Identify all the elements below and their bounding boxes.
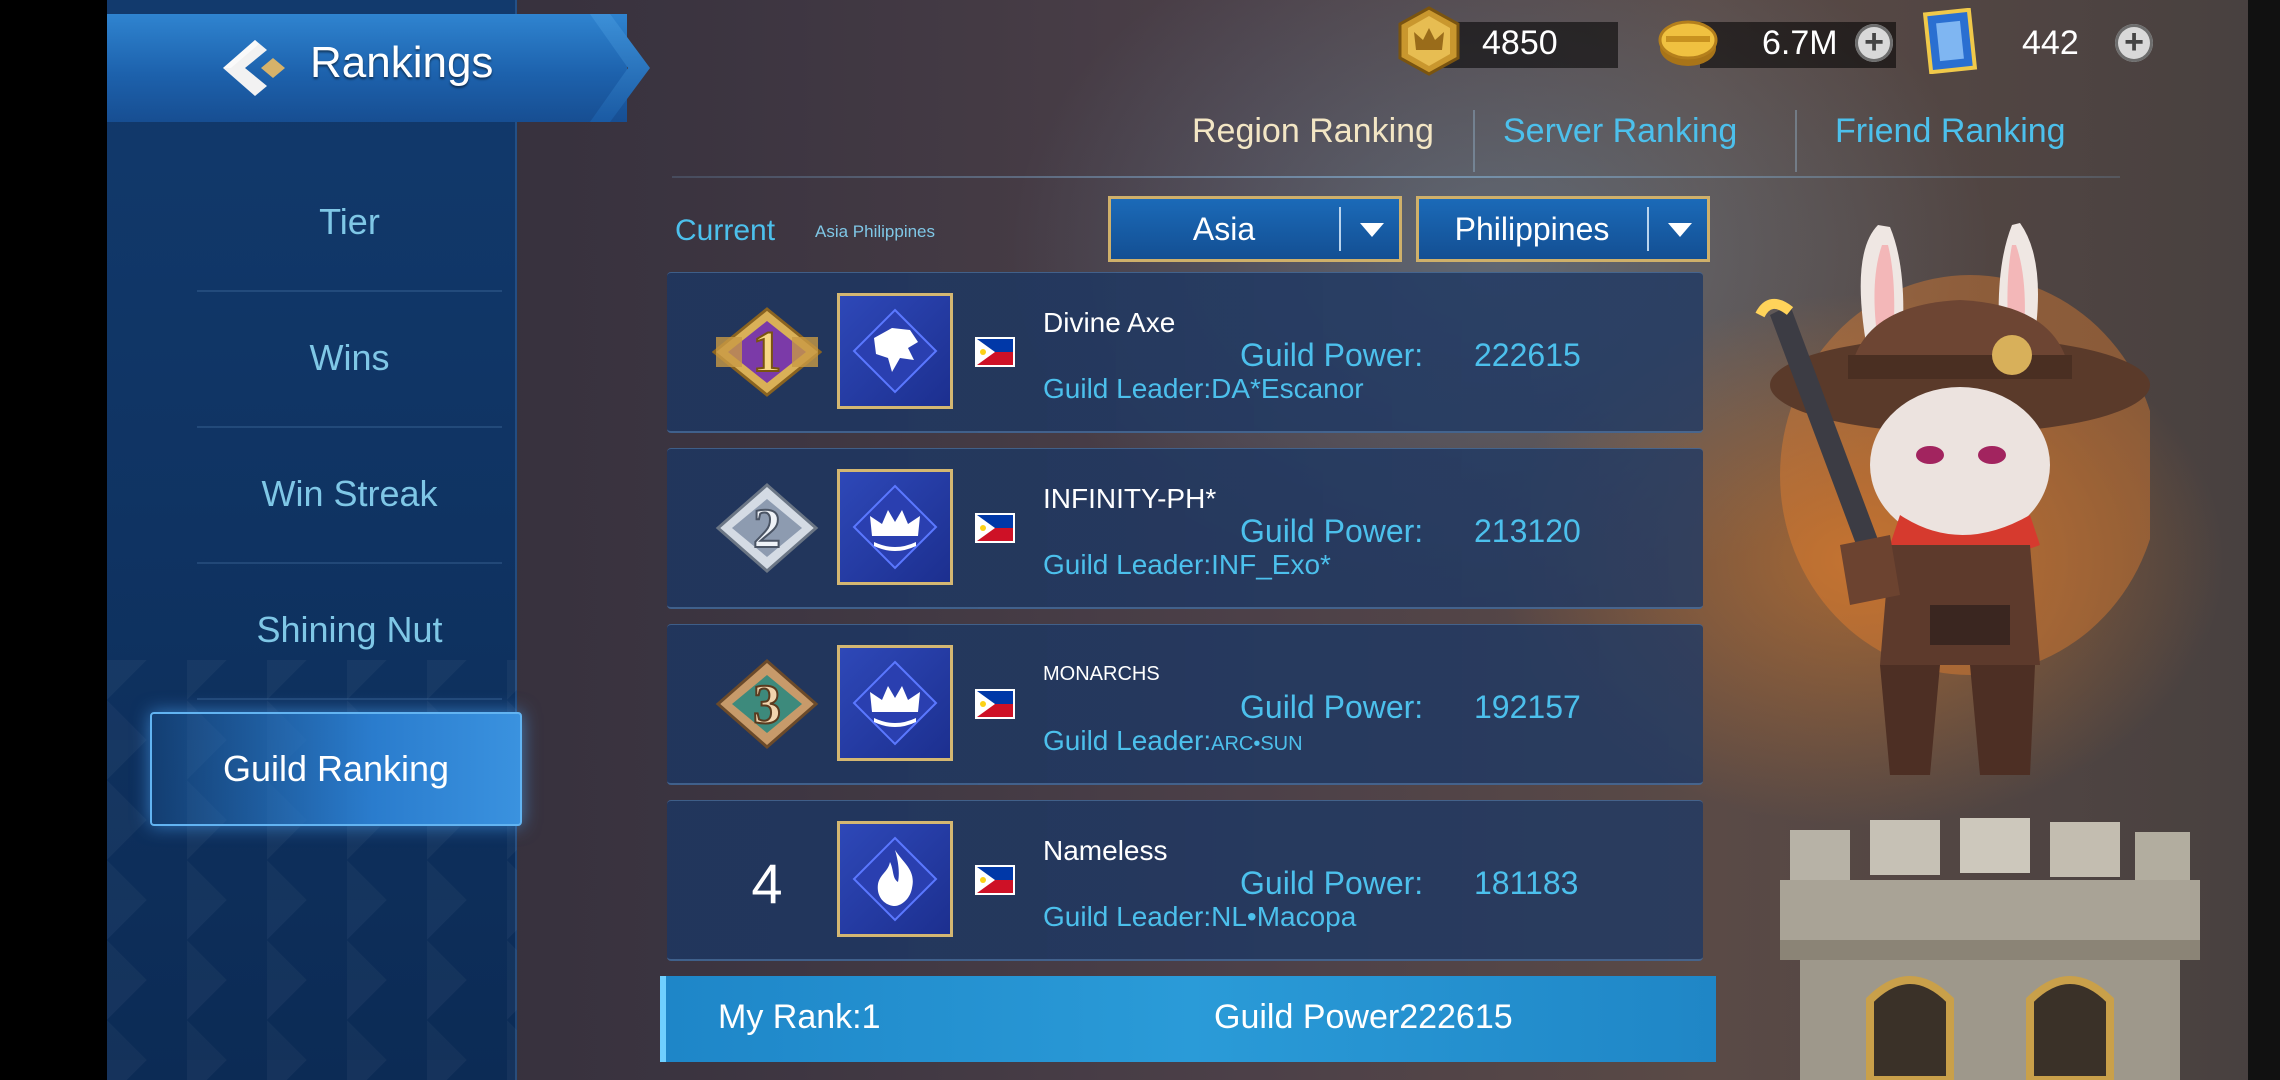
guild-leader: Guild Leader:ARC•SUN — [1043, 725, 1303, 757]
sidebar-item-label: Shining Nut — [256, 609, 443, 650]
add-gold-plus-icon[interactable]: + — [1855, 24, 1893, 62]
guild-leader-prefix: Guild Leader: — [1043, 901, 1212, 932]
castle-tower-illustration — [1780, 818, 2200, 1080]
current-label: Current — [675, 214, 776, 247]
guild-name: Divine Axe — [1043, 307, 1176, 338]
guild-power-value: 222615 — [1474, 337, 1581, 373]
guild-power-value: 181183 — [1474, 865, 1579, 901]
guild-power-label: Guild Power: — [1240, 513, 1424, 549]
rank-1-gold-badge-icon: 1 — [712, 307, 822, 397]
tabs-underline — [672, 176, 2120, 178]
region-dropdown[interactable]: Asia — [1108, 196, 1402, 262]
guild-power-label: Guild Power: — [1240, 689, 1424, 725]
country-dropdown-label: Philippines — [1454, 210, 1610, 247]
chevron-down-icon — [1668, 223, 1692, 237]
tab-divider — [1473, 110, 1475, 172]
ticket-icon — [1922, 8, 1978, 74]
guild-leader-prefix: Guild Leader: — [1043, 549, 1212, 580]
rank-2-silver-badge-icon: 2 — [715, 483, 819, 573]
philippines-flag-icon — [975, 865, 1015, 895]
left-black-bar — [0, 0, 107, 1080]
guild-leader: Guild Leader:DA*Escanor — [1043, 373, 1364, 405]
sidebar-item-label: Wins — [309, 337, 390, 378]
guild-leader: Guild Leader:INF_Exo* — [1043, 549, 1331, 581]
guild-name: MONARCHS — [1043, 663, 1160, 685]
crown-emblem-icon — [837, 469, 953, 585]
philippines-flag-icon — [975, 337, 1015, 367]
dropdown-separator — [1339, 207, 1341, 251]
wolf-emblem-icon — [837, 293, 953, 409]
tab-region-ranking[interactable]: Region Ranking — [1192, 112, 1434, 151]
currency-ticket-value: 442 — [2022, 24, 2079, 62]
svg-text:1: 1 — [753, 319, 782, 384]
add-ticket-plus-icon[interactable]: + — [2115, 24, 2153, 62]
current-region-value: Asia Philippines — [815, 222, 936, 241]
back-arrow-icon[interactable] — [215, 36, 287, 100]
philippines-flag-icon — [975, 513, 1015, 543]
flame-emblem-icon — [837, 821, 953, 937]
guild-leader-name: INF_Exo* — [1211, 549, 1331, 580]
guild-leader-name: NL•Macopa — [1211, 901, 1357, 932]
sidebar-item-label: Guild Ranking — [222, 748, 450, 789]
my-rank-bar: My Rank:1 Guild Power222615 — [660, 976, 1716, 1062]
guild-leader: Guild Leader:NL•Macopa — [1043, 901, 1356, 933]
currency-crown-value: 4850 — [1482, 24, 1558, 62]
ranking-row[interactable]: 3 MONARCHS Guild Power: 192157 Guild Lea… — [667, 624, 1703, 785]
gold-coin-icon — [1658, 20, 1718, 66]
guild-name: INFINITY-PH* — [1043, 483, 1217, 514]
dropdown-separator — [1647, 207, 1649, 251]
guild-power-value: 213120 — [1474, 513, 1581, 549]
rank-3-bronze-badge-icon: 3 — [715, 659, 819, 749]
ranking-row[interactable]: 1 Divine Axe Guild Power: 222615 Guild L… — [667, 272, 1703, 433]
guild-power-label: Guild Power: — [1240, 865, 1424, 901]
game-screen: Rankings Tier Wins Win Streak Shining Nu… — [0, 0, 2280, 1080]
my-rank-label: My Rank:1 — [718, 998, 881, 1036]
crown-emblem-icon — [837, 645, 953, 761]
svg-text:2: 2 — [753, 498, 781, 560]
guild-leader-name: ARC•SUN — [1211, 733, 1303, 755]
right-black-bar — [2248, 0, 2280, 1080]
sidebar-item-shining-nut[interactable]: Shining Nut — [197, 562, 502, 700]
guild-power-value: 192157 — [1474, 689, 1581, 725]
bunny-gunslinger-character — [1755, 223, 2150, 775]
tab-friend-ranking[interactable]: Friend Ranking — [1835, 112, 2066, 151]
guild-leader-prefix: Guild Leader: — [1043, 373, 1212, 404]
currency-gold-value: 6.7M — [1762, 24, 1838, 62]
sidebar-item-tier[interactable]: Tier — [197, 154, 502, 292]
my-guild-power: Guild Power222615 — [1214, 998, 1513, 1037]
chevron-down-icon — [1360, 223, 1384, 237]
ranking-row[interactable]: 2 INFINITY-PH* Guild Power: 213120 Guild… — [667, 448, 1703, 609]
guild-leader-prefix: Guild Leader: — [1043, 725, 1212, 756]
guild-name: Nameless — [1043, 835, 1168, 866]
sidebar-item-label: Tier — [319, 201, 380, 242]
country-dropdown[interactable]: Philippines — [1416, 196, 1710, 262]
my-guild-power-value: 222615 — [1399, 998, 1513, 1036]
region-dropdown-label: Asia — [1192, 210, 1256, 247]
rank-number: 4 — [751, 852, 783, 915]
my-guild-power-label: Guild Power — [1214, 998, 1400, 1036]
sidebar-item-wins[interactable]: Wins — [197, 290, 502, 428]
page-title: Rankings — [310, 38, 494, 87]
guild-power-label: Guild Power: — [1240, 337, 1424, 373]
tab-server-ranking[interactable]: Server Ranking — [1503, 112, 1737, 151]
crown-coin-icon — [1398, 6, 1460, 76]
ranking-row[interactable]: 4 Nameless Guild Power: 181183 Guild Lea… — [667, 800, 1703, 961]
sidebar-item-label: Win Streak — [261, 473, 438, 514]
philippines-flag-icon — [975, 689, 1015, 719]
sidebar-item-guild-ranking[interactable]: Guild Ranking — [150, 712, 522, 826]
guild-leader-name: DA*Escanor — [1211, 373, 1364, 404]
tab-divider — [1795, 110, 1797, 172]
sidebar-item-win-streak[interactable]: Win Streak — [197, 426, 502, 564]
svg-text:3: 3 — [753, 674, 781, 736]
